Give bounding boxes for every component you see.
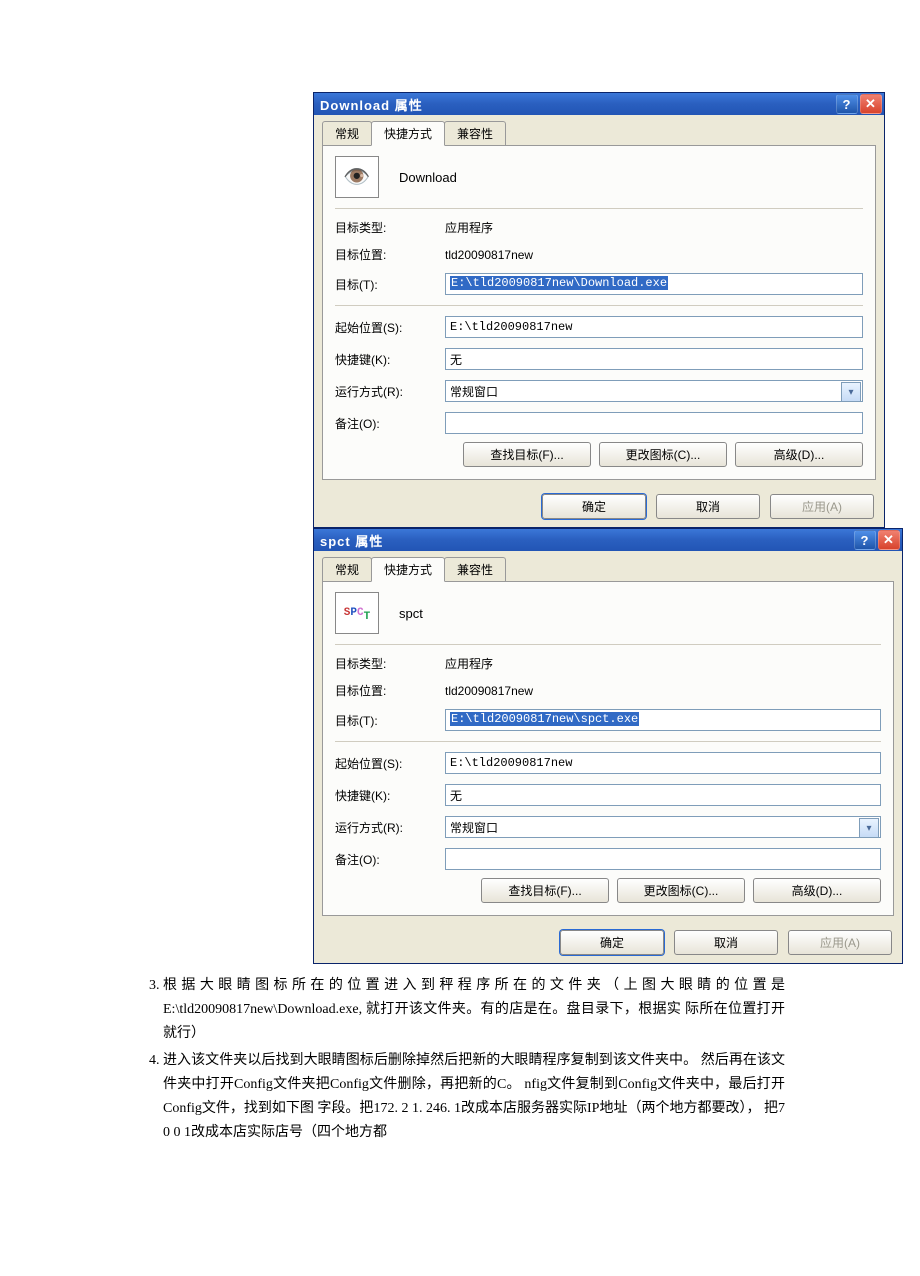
label-comment: 备注(O): xyxy=(335,415,445,432)
close-button[interactable]: ✕ xyxy=(878,530,900,550)
label-hotkey: 快捷键(K): xyxy=(335,351,445,368)
window-title: Download 属性 xyxy=(320,95,423,114)
help-button[interactable]: ? xyxy=(836,94,858,114)
label-target-type: 目标类型: xyxy=(335,655,445,672)
value-target-type: 应用程序 xyxy=(445,655,881,672)
spct-icon: SPCT xyxy=(335,592,379,634)
value-target-loc: tld20090817new xyxy=(445,248,863,262)
app-name-label: spct xyxy=(399,606,423,621)
tab-compat[interactable]: 兼容性 xyxy=(444,557,506,581)
cancel-button[interactable]: 取消 xyxy=(674,930,778,955)
list-item-3: 根据大眼睛图标所在的位置进入到秤程序所在的文件夹（上图大眼睛的位置是E:\tld… xyxy=(163,974,785,1045)
runmode-select[interactable]: ▾ xyxy=(445,816,881,838)
hotkey-input[interactable] xyxy=(445,348,863,370)
label-target-type: 目标类型: xyxy=(335,219,445,236)
label-startin: 起始位置(S): xyxy=(335,755,445,772)
value-target-type: 应用程序 xyxy=(445,219,863,236)
tabstrip: 常规 快捷方式 兼容性 xyxy=(314,115,884,145)
target-input[interactable]: E:\tld20090817new\spct.exe xyxy=(445,709,881,731)
find-target-button[interactable]: 查找目标(F)... xyxy=(481,878,609,903)
close-button[interactable]: ✕ xyxy=(860,94,882,114)
titlebar[interactable]: spct 属性 ? ✕ xyxy=(314,529,902,551)
startin-input[interactable] xyxy=(445,752,881,774)
titlebar[interactable]: Download 属性 ? ✕ xyxy=(314,93,884,115)
target-input[interactable]: E:\tld20090817new\Download.exe xyxy=(445,273,863,295)
runmode-select[interactable]: ▾ xyxy=(445,380,863,402)
label-target-loc: 目标位置: xyxy=(335,682,445,699)
tab-general[interactable]: 常规 xyxy=(322,557,372,581)
label-runmode: 运行方式(R): xyxy=(335,819,445,836)
apply-button: 应用(A) xyxy=(770,494,874,519)
download-properties-dialog: Download 属性 ? ✕ 常规 快捷方式 兼容性 👁️ Download … xyxy=(313,92,885,528)
tab-shortcut[interactable]: 快捷方式 xyxy=(371,557,445,582)
tab-general[interactable]: 常规 xyxy=(322,121,372,145)
window-title: spct 属性 xyxy=(320,531,383,550)
help-button[interactable]: ? xyxy=(854,530,876,550)
label-comment: 备注(O): xyxy=(335,851,445,868)
label-target-loc: 目标位置: xyxy=(335,246,445,263)
find-target-button[interactable]: 查找目标(F)... xyxy=(463,442,591,467)
tab-shortcut[interactable]: 快捷方式 xyxy=(371,121,445,146)
tab-panel: 👁️ Download 目标类型: 应用程序 目标位置: tld20090817… xyxy=(322,145,876,480)
change-icon-button[interactable]: 更改图标(C)... xyxy=(599,442,727,467)
hotkey-input[interactable] xyxy=(445,784,881,806)
tab-compat[interactable]: 兼容性 xyxy=(444,121,506,145)
comment-input[interactable] xyxy=(445,412,863,434)
comment-input[interactable] xyxy=(445,848,881,870)
eye-icon: 👁️ xyxy=(335,156,379,198)
advanced-button[interactable]: 高级(D)... xyxy=(735,442,863,467)
label-runmode: 运行方式(R): xyxy=(335,383,445,400)
tab-panel: SPCT spct 目标类型: 应用程序 目标位置: tld20090817ne… xyxy=(322,581,894,916)
cancel-button[interactable]: 取消 xyxy=(656,494,760,519)
change-icon-button[interactable]: 更改图标(C)... xyxy=(617,878,745,903)
chevron-down-icon[interactable]: ▾ xyxy=(859,818,879,838)
label-target: 目标(T): xyxy=(335,276,445,293)
document-text: 根据大眼睛图标所在的位置进入到秤程序所在的文件夹（上图大眼睛的位置是E:\tld… xyxy=(135,974,785,1145)
startin-input[interactable] xyxy=(445,316,863,338)
label-hotkey: 快捷键(K): xyxy=(335,787,445,804)
label-startin: 起始位置(S): xyxy=(335,319,445,336)
ok-button[interactable]: 确定 xyxy=(542,494,646,519)
tabstrip: 常规 快捷方式 兼容性 xyxy=(314,551,902,581)
app-name-label: Download xyxy=(399,170,457,185)
spct-properties-dialog: spct 属性 ? ✕ 常规 快捷方式 兼容性 SPCT spct 目标类型: … xyxy=(313,528,903,964)
value-target-loc: tld20090817new xyxy=(445,684,881,698)
ok-button[interactable]: 确定 xyxy=(560,930,664,955)
list-item-4: 进入该文件夹以后找到大眼睛图标后删除掉然后把新的大眼睛程序复制到该文件夹中。 然… xyxy=(163,1049,785,1144)
chevron-down-icon[interactable]: ▾ xyxy=(841,382,861,402)
label-target: 目标(T): xyxy=(335,712,445,729)
apply-button: 应用(A) xyxy=(788,930,892,955)
advanced-button[interactable]: 高级(D)... xyxy=(753,878,881,903)
